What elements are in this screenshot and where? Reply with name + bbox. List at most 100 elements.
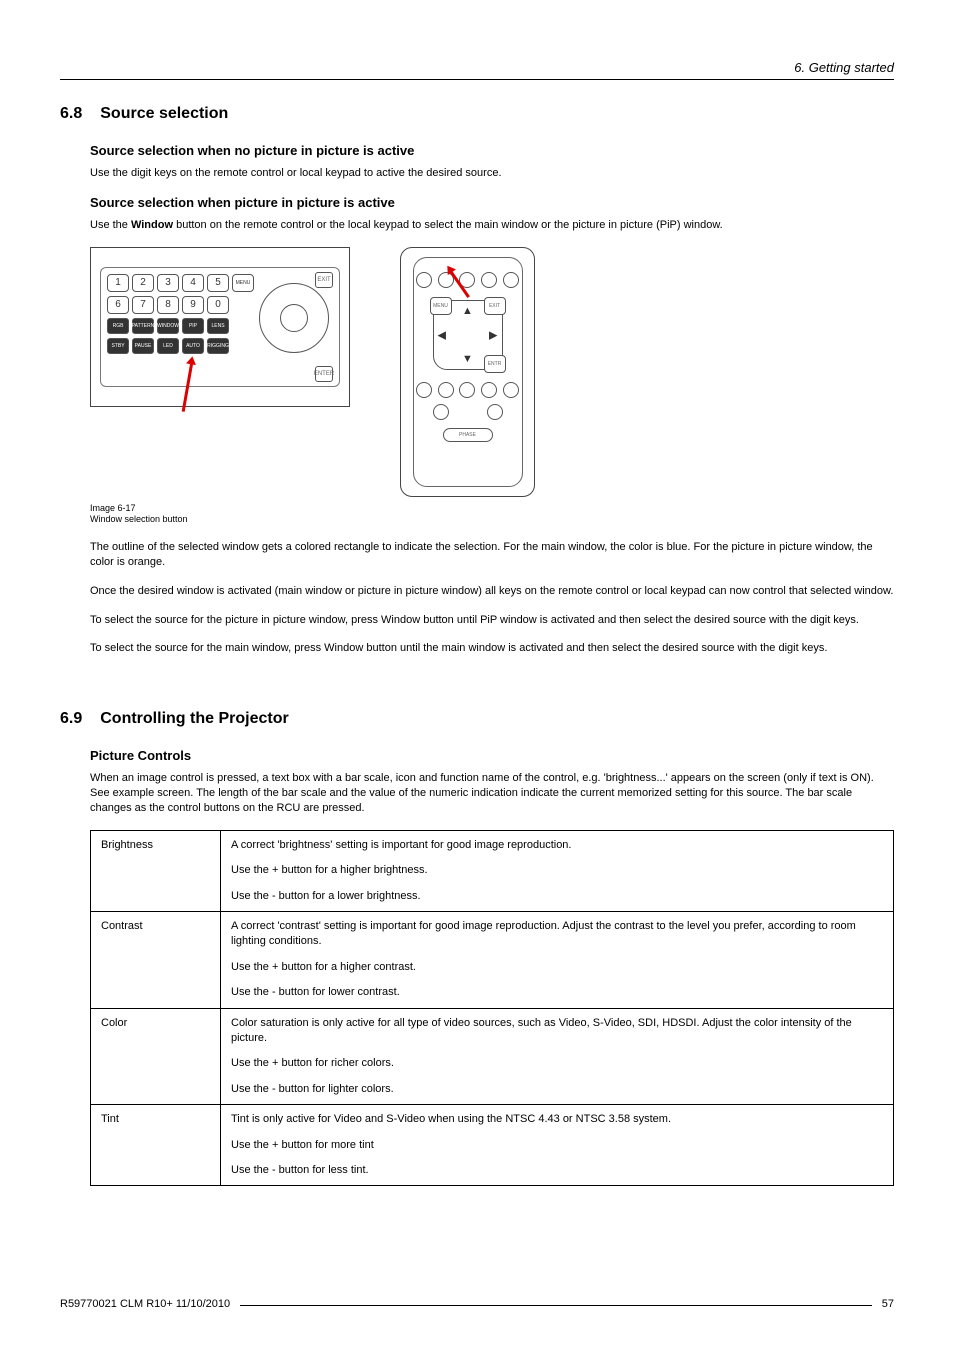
control-desc: Color saturation is only active for all … bbox=[221, 1008, 894, 1105]
sub-68-1-title: Source selection when no picture in pict… bbox=[90, 143, 894, 158]
control-label: Contrast bbox=[91, 911, 221, 1008]
control-desc-p: Color saturation is only active for all … bbox=[231, 1016, 883, 1047]
control-desc-p: A correct 'contrast' setting is importan… bbox=[231, 919, 883, 950]
section-69-title: 6.9 Controlling the Projector bbox=[60, 710, 894, 728]
digit-key: 8 bbox=[157, 296, 179, 314]
func-key: AUTO bbox=[182, 338, 204, 354]
r2-phase-key: PHASE bbox=[443, 428, 493, 442]
table-row: Brightness A correct 'brightness' settin… bbox=[91, 830, 894, 911]
section-69-name: Controlling the Projector bbox=[100, 710, 288, 727]
func-key: LED bbox=[157, 338, 179, 354]
digit-key: 9 bbox=[182, 296, 204, 314]
exit-key: EXIT bbox=[315, 272, 333, 288]
digit-key: 1 bbox=[107, 274, 129, 292]
control-desc-p: Use the - button for less tint. bbox=[231, 1163, 883, 1178]
s68-p3: To select the source for the picture in … bbox=[90, 613, 894, 628]
remote2-illustration: MENU EXIT ENTR ▲ ▼ ◀ ▶ PHASE bbox=[400, 247, 535, 497]
sub-68-1-text: Use the digit keys on the remote control… bbox=[90, 166, 894, 181]
digit-key: 2 bbox=[132, 274, 154, 292]
control-label: Color bbox=[91, 1008, 221, 1105]
table-row: Color Color saturation is only active fo… bbox=[91, 1008, 894, 1105]
control-desc-p: Use the - button for lower contrast. bbox=[231, 985, 883, 1000]
control-desc-p: Use the + button for a higher brightness… bbox=[231, 863, 883, 878]
r2-button bbox=[487, 404, 503, 420]
picture-controls-table: Brightness A correct 'brightness' settin… bbox=[90, 830, 894, 1186]
r2-button bbox=[503, 272, 519, 288]
r2-menu-key: MENU bbox=[430, 297, 452, 315]
control-desc-p: Use the + button for more tint bbox=[231, 1138, 883, 1153]
callout-arrow-icon bbox=[182, 362, 194, 412]
control-desc: Tint is only active for Video and S-Vide… bbox=[221, 1105, 894, 1186]
arrow-down-icon: ▼ bbox=[462, 353, 473, 365]
control-desc-p: Tint is only active for Video and S-Vide… bbox=[231, 1112, 883, 1127]
func-key: LENS bbox=[207, 318, 229, 334]
footer-doc: R59770021 CLM R10+ 11/10/2010 bbox=[60, 1298, 230, 1310]
s69-intro: When an image control is pressed, a text… bbox=[90, 771, 894, 816]
func-key: WINDOW bbox=[157, 318, 179, 334]
digit-key: 5 bbox=[207, 274, 229, 292]
r2-button bbox=[438, 382, 454, 398]
func-key: PAUSE bbox=[132, 338, 154, 354]
r2-button bbox=[503, 382, 519, 398]
control-label: Brightness bbox=[91, 830, 221, 911]
section-68-title: 6.8 Source selection bbox=[60, 105, 894, 123]
table-row: Tint Tint is only active for Video and S… bbox=[91, 1105, 894, 1186]
menu-key: MENU bbox=[232, 274, 254, 292]
sub-68-2-text-b: button on the remote control or the loca… bbox=[173, 219, 723, 231]
remote-images-row: 1 2 3 4 5 MENU 6 7 8 9 0 RGB PATTERN WIN… bbox=[90, 247, 894, 497]
r2-button bbox=[459, 382, 475, 398]
r2-button bbox=[481, 272, 497, 288]
section-69-num: 6.9 bbox=[60, 710, 82, 728]
enter-key: ENTER bbox=[315, 366, 333, 382]
sub-68-2-text-bold: Window bbox=[131, 219, 173, 231]
footer-page: 57 bbox=[882, 1298, 894, 1310]
remote1-keypad: 1 2 3 4 5 MENU 6 7 8 9 0 RGB PATTERN WIN… bbox=[100, 267, 340, 387]
digit-key: 3 bbox=[157, 274, 179, 292]
sub-68-2-text-a: Use the bbox=[90, 219, 131, 231]
sub-68-2-text: Use the Window button on the remote cont… bbox=[90, 218, 894, 233]
chapter-title: 6. Getting started bbox=[794, 60, 894, 75]
section-68-num: 6.8 bbox=[60, 105, 82, 123]
section-68-name: Source selection bbox=[100, 105, 228, 122]
control-label: Tint bbox=[91, 1105, 221, 1186]
arrow-left-icon: ◀ bbox=[438, 328, 446, 341]
nav-pad bbox=[259, 283, 329, 353]
image-caption: Image 6-17 Window selection button bbox=[90, 503, 894, 526]
sub-68-2-title: Source selection when picture in picture… bbox=[90, 195, 894, 210]
control-desc-p: Use the - button for lighter colors. bbox=[231, 1082, 883, 1097]
control-desc: A correct 'contrast' setting is importan… bbox=[221, 911, 894, 1008]
func-key: PATTERN bbox=[132, 318, 154, 334]
digit-key: 7 bbox=[132, 296, 154, 314]
arrow-right-icon: ▶ bbox=[489, 328, 497, 341]
func-key: PIP bbox=[182, 318, 204, 334]
s68-p2: Once the desired window is activated (ma… bbox=[90, 584, 894, 599]
control-desc-p: A correct 'brightness' setting is import… bbox=[231, 838, 883, 853]
r2-button bbox=[433, 404, 449, 420]
page-header: 6. Getting started bbox=[60, 60, 894, 80]
func-key: RGB bbox=[107, 318, 129, 334]
image-caption-desc: Window selection button bbox=[90, 514, 188, 524]
r2-button bbox=[416, 382, 432, 398]
r2-dpad: MENU EXIT ENTR ▲ ▼ ◀ ▶ bbox=[433, 300, 503, 370]
control-desc-p: Use the + button for a higher contrast. bbox=[231, 960, 883, 975]
control-desc-p: Use the + button for richer colors. bbox=[231, 1056, 883, 1071]
page-footer: R59770021 CLM R10+ 11/10/2010 57 bbox=[60, 1292, 894, 1310]
func-key: RIGGING bbox=[207, 338, 229, 354]
table-row: Contrast A correct 'contrast' setting is… bbox=[91, 911, 894, 1008]
image-caption-num: Image 6-17 bbox=[90, 503, 136, 513]
arrow-up-icon: ▲ bbox=[462, 305, 473, 317]
control-desc: A correct 'brightness' setting is import… bbox=[221, 830, 894, 911]
digit-key: 6 bbox=[107, 296, 129, 314]
sub-69-title: Picture Controls bbox=[90, 748, 894, 763]
digit-key: 0 bbox=[207, 296, 229, 314]
r2-exit-key: EXIT bbox=[484, 297, 506, 315]
r2-button bbox=[481, 382, 497, 398]
footer-rule bbox=[240, 1305, 872, 1306]
control-desc-p: Use the - button for a lower brightness. bbox=[231, 889, 883, 904]
r2-button bbox=[416, 272, 432, 288]
remote1-illustration: 1 2 3 4 5 MENU 6 7 8 9 0 RGB PATTERN WIN… bbox=[90, 247, 350, 407]
s68-p4: To select the source for the main window… bbox=[90, 641, 894, 656]
func-key: STBY bbox=[107, 338, 129, 354]
remote2-body: MENU EXIT ENTR ▲ ▼ ◀ ▶ PHASE bbox=[413, 257, 523, 487]
s68-p1: The outline of the selected window gets … bbox=[90, 540, 894, 570]
